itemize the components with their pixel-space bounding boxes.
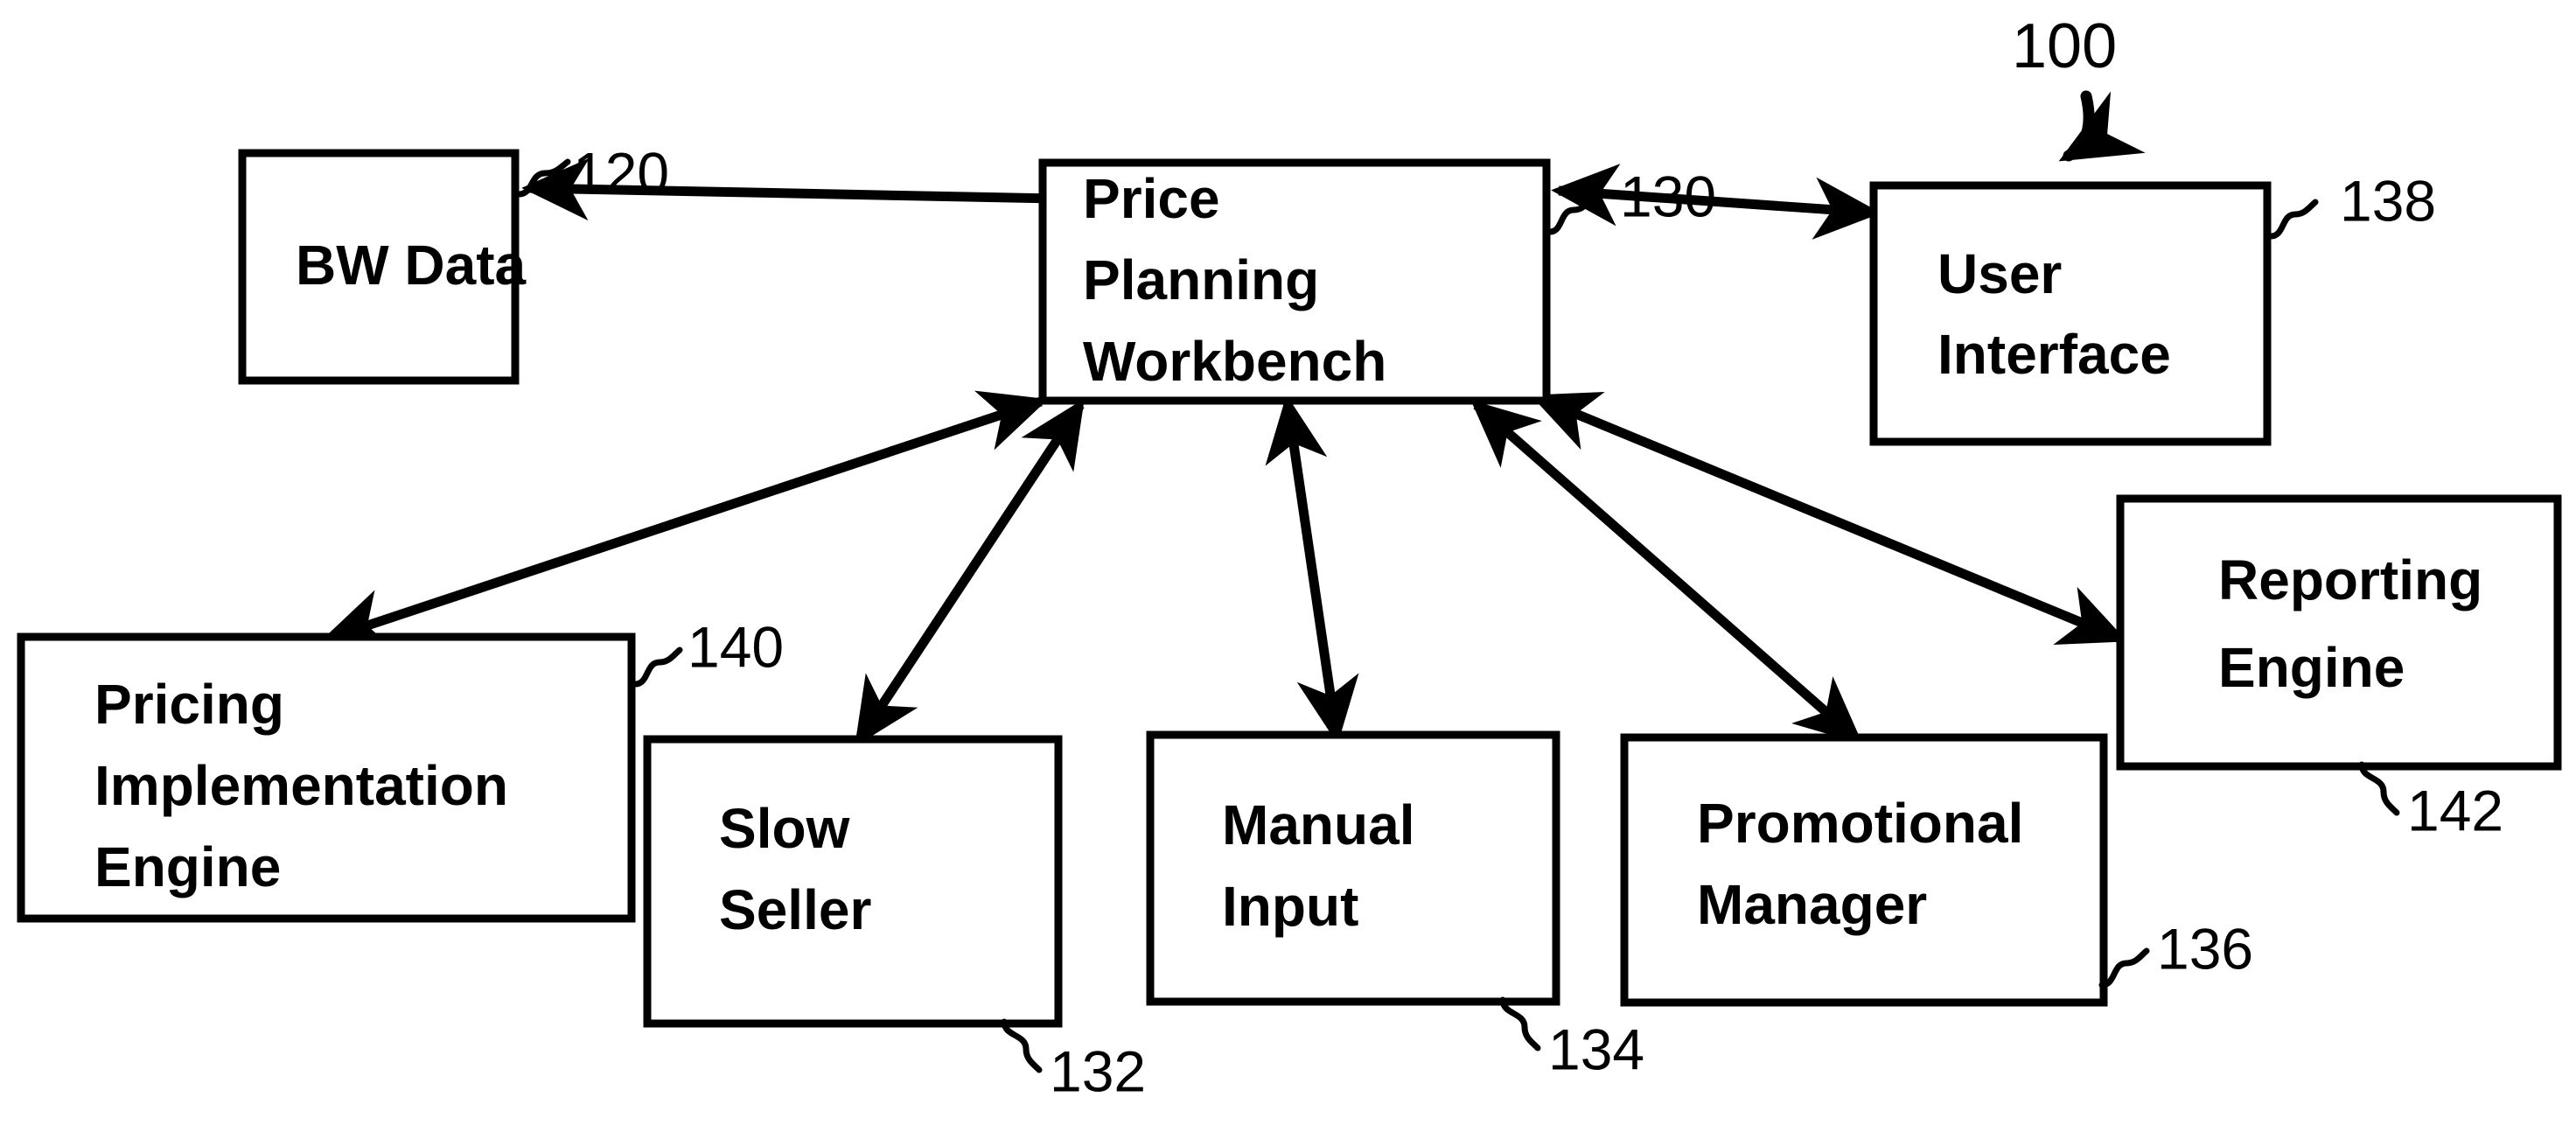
figure-canvas: BW Data Price Planning Workbench User In…: [0, 0, 2576, 1139]
ref-number-140: 140: [688, 614, 784, 679]
leader-140: [632, 646, 683, 688]
ref-number-142: 142: [2407, 778, 2503, 842]
ref-number-100: 100: [2012, 11, 2117, 81]
connector-workbench-pricing-implementation-engine: [320, 390, 1049, 650]
leader-142: [2358, 761, 2400, 816]
ref-number-134: 134: [1548, 1017, 1644, 1081]
leader-136: [2098, 947, 2150, 989]
node-price-planning-workbench-label-3: Workbench: [1083, 330, 1386, 393]
node-promotional-manager-label-1: Promotional: [1697, 792, 2023, 855]
leader-130: [1546, 194, 1596, 235]
node-promotional-manager[interactable]: [1620, 733, 2108, 1007]
node-pricing-implementation-engine-label-2: Implementation: [94, 754, 508, 817]
ref-number-120: 120: [573, 140, 669, 205]
node-reporting-engine-label-1: Reporting: [2218, 549, 2482, 611]
node-price-planning-workbench-label-1: Price: [1083, 167, 1220, 230]
node-pricing-implementation-engine-label-3: Engine: [94, 835, 281, 898]
node-reporting-engine-label-2: Engine: [2218, 636, 2405, 699]
leader-138: [2267, 199, 2319, 240]
node-bw-data-label: BW Data: [296, 234, 527, 297]
system-callout-arrow-icon: [2058, 90, 2146, 162]
ref-number-136: 136: [2157, 916, 2253, 981]
ref-number-132: 132: [1050, 1038, 1146, 1103]
node-reporting-engine[interactable]: [2116, 494, 2562, 771]
node-slow-seller-label-2: Seller: [719, 878, 871, 941]
node-pricing-implementation-engine-label-1: Pricing: [94, 673, 284, 736]
node-manual-input-label-1: Manual: [1222, 793, 1414, 856]
node-user-interface[interactable]: [1869, 181, 2272, 446]
node-user-interface-label-2: Interface: [1937, 323, 2171, 386]
node-manual-input-label-2: Input: [1222, 875, 1358, 938]
ref-number-130: 130: [1620, 164, 1716, 228]
diagram-svg: BW Data Price Planning Workbench User In…: [17, 11, 2562, 1103]
ref-number-138: 138: [2340, 168, 2436, 233]
node-price-planning-workbench-label-2: Planning: [1083, 248, 1319, 311]
leader-132: [1001, 1018, 1043, 1073]
node-user-interface-label-1: User: [1937, 242, 2062, 305]
node-slow-seller-label-1: Slow: [719, 797, 850, 860]
node-manual-input[interactable]: [1146, 730, 1560, 1006]
leader-134: [1499, 996, 1541, 1052]
connector-workbench-manual-input: [1265, 395, 1359, 744]
node-promotional-manager-label-2: Manager: [1697, 873, 1927, 936]
